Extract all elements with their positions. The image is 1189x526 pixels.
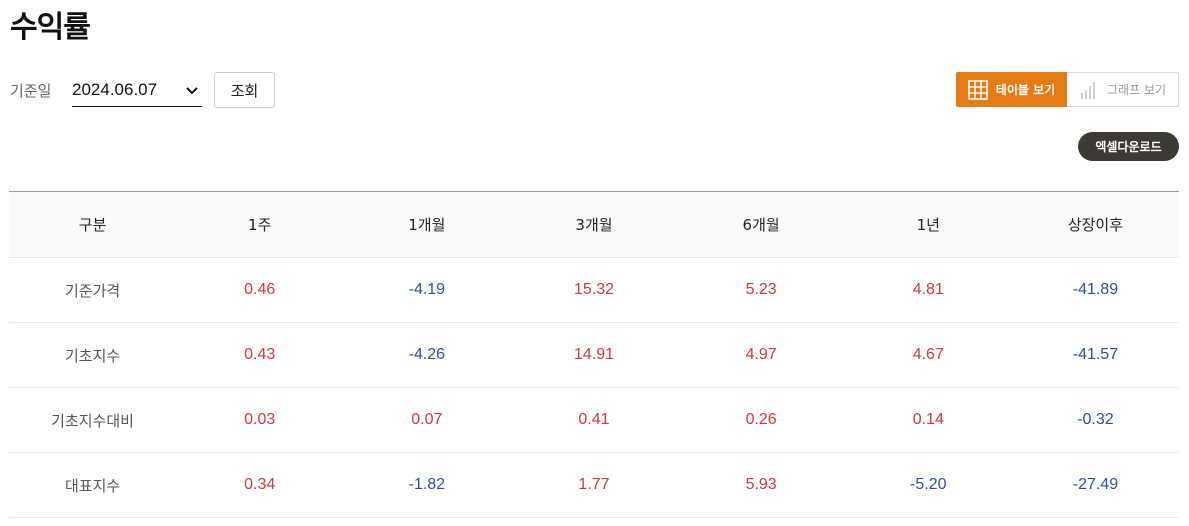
table-row: 대표지수 0.34 -1.82 1.77 5.93 -5.20 -27.49 bbox=[9, 452, 1179, 518]
table-row: 기초지수 0.43 -4.26 14.91 4.97 4.67 -41.57 bbox=[9, 322, 1179, 388]
table-cell: 4.81 bbox=[844, 257, 1012, 323]
search-button[interactable]: 조회 bbox=[214, 72, 275, 108]
table-cell: -4.26 bbox=[343, 322, 511, 388]
date-select[interactable]: 2024.06.07 bbox=[72, 74, 202, 107]
date-label: 기준일 bbox=[10, 82, 52, 100]
chevron-down-icon bbox=[186, 87, 198, 95]
view-toggle: 테이블 보기 그래프 보기 bbox=[956, 72, 1179, 107]
table-cell: 15.32 bbox=[510, 257, 678, 323]
row-label: 기초지수 bbox=[9, 322, 177, 388]
table-icon bbox=[967, 79, 988, 100]
table-cell: 1.77 bbox=[510, 452, 678, 518]
table-cell: -5.20 bbox=[844, 452, 1012, 518]
date-select-value: 2024.06.07 bbox=[72, 80, 158, 99]
table-cell: -0.32 bbox=[1011, 387, 1179, 453]
table-view-label: 테이블 보기 bbox=[995, 83, 1056, 97]
table-header: 3개월 bbox=[510, 191, 678, 258]
row-label: 기초지수대비 bbox=[9, 387, 177, 453]
table-cell: 0.07 bbox=[343, 387, 511, 453]
table-cell: -41.89 bbox=[1011, 257, 1179, 323]
graph-view-button[interactable]: 그래프 보기 bbox=[1067, 72, 1179, 107]
table-cell: 4.67 bbox=[844, 322, 1012, 388]
table-cell: 0.43 bbox=[176, 322, 344, 388]
table-header: 1년 bbox=[844, 191, 1012, 258]
bar-chart-icon bbox=[1080, 81, 1095, 99]
table-header: 구분 bbox=[9, 191, 177, 258]
table-header: 1개월 bbox=[343, 191, 511, 258]
table-cell: 0.34 bbox=[176, 452, 344, 518]
table-cell: -41.57 bbox=[1011, 322, 1179, 388]
table-view-button[interactable]: 테이블 보기 bbox=[956, 72, 1067, 107]
returns-table: 구분 1주 1개월 3개월 6개월 1년 상장이후 기준가격 0.46 -4.1… bbox=[9, 191, 1179, 518]
table-header: 상장이후 bbox=[1011, 191, 1179, 258]
row-label: 기준가격 bbox=[9, 257, 177, 323]
table-header: 1주 bbox=[176, 191, 344, 258]
table-cell: -1.82 bbox=[343, 452, 511, 518]
table-cell: 0.03 bbox=[176, 387, 344, 453]
excel-download-button[interactable]: 엑셀다운로드 bbox=[1078, 132, 1179, 161]
graph-view-label: 그래프 보기 bbox=[1106, 83, 1166, 97]
table-cell: 5.23 bbox=[677, 257, 845, 323]
row-label: 대표지수 bbox=[9, 452, 177, 518]
table-cell: 4.97 bbox=[677, 322, 845, 388]
table-cell: 14.91 bbox=[510, 322, 678, 388]
table-header-row: 구분 1주 1개월 3개월 6개월 1년 상장이후 bbox=[9, 191, 1179, 258]
table-row: 기준가격 0.46 -4.19 15.32 5.23 4.81 -41.89 bbox=[9, 257, 1179, 323]
table-header: 6개월 bbox=[677, 191, 845, 258]
table-cell: 0.26 bbox=[677, 387, 845, 453]
table-cell: 5.93 bbox=[677, 452, 845, 518]
table-cell: -27.49 bbox=[1011, 452, 1179, 518]
table-cell: 0.41 bbox=[510, 387, 678, 453]
page-title: 수익률 bbox=[10, 10, 91, 45]
table-cell: -4.19 bbox=[343, 257, 511, 323]
table-cell: 0.46 bbox=[176, 257, 344, 323]
table-cell: 0.14 bbox=[844, 387, 1012, 453]
table-row: 기초지수대비 0.03 0.07 0.41 0.26 0.14 -0.32 bbox=[9, 387, 1179, 453]
